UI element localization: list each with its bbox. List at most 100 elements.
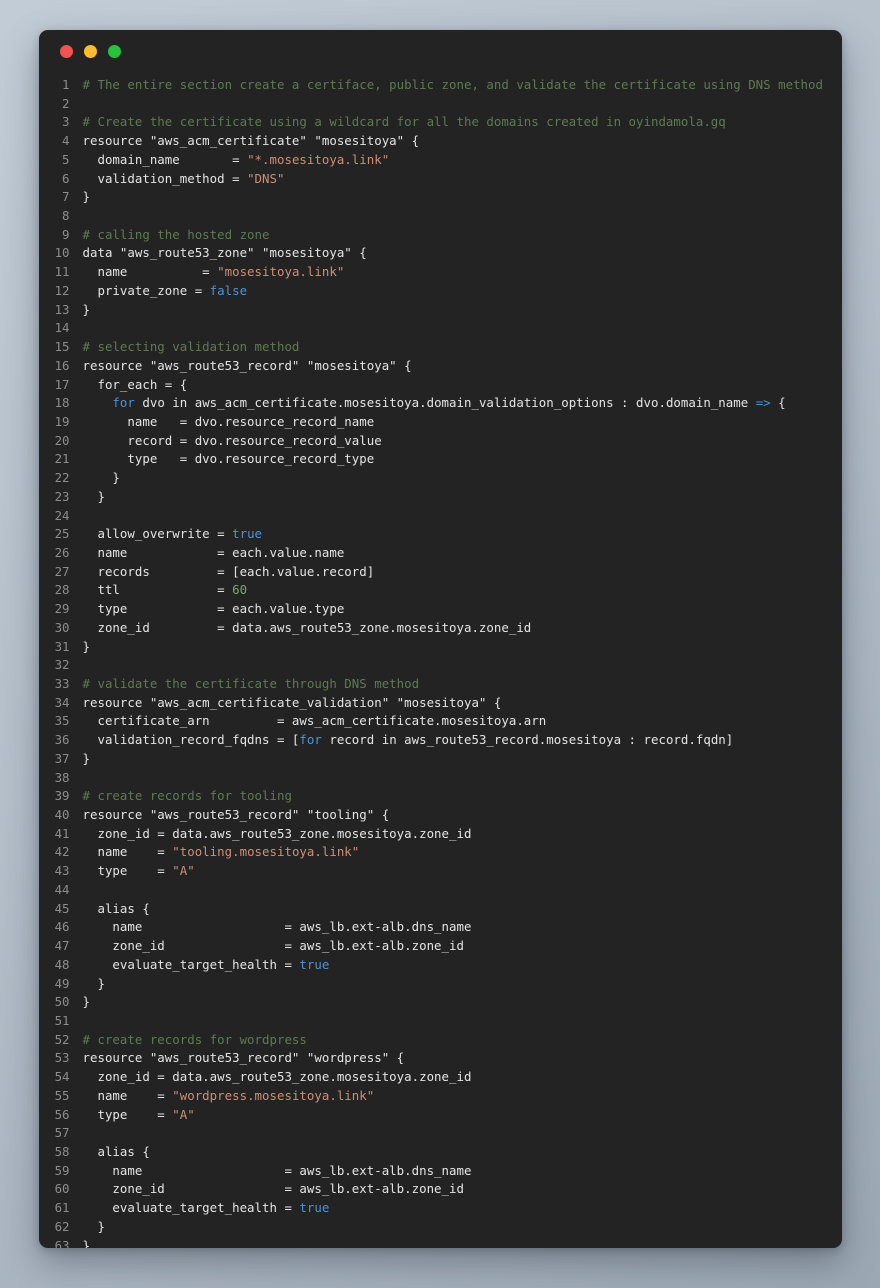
- code-line: 14: [39, 319, 842, 338]
- code-line: 17 for_each = {: [39, 376, 842, 395]
- line-number: 49: [54, 975, 70, 991]
- token-pln: zone_id = data.aws_route53_zone.mosesito…: [82, 1069, 472, 1085]
- line-content[interactable]: name = "tooling.mosesitoya.link": [83, 843, 360, 862]
- line-content[interactable]: zone_id = data.aws_route53_zone.mosesito…: [83, 825, 472, 844]
- line-content[interactable]: name = aws_lb.ext-alb.dns_name: [83, 1162, 472, 1181]
- line-content[interactable]: evaluate_target_health = true: [83, 1199, 330, 1218]
- line-content[interactable]: }: [83, 1218, 105, 1237]
- line-content[interactable]: name = aws_lb.ext-alb.dns_name: [83, 918, 472, 937]
- line-content[interactable]: name = each.value.name: [83, 544, 345, 563]
- line-content[interactable]: name = "mosesitoya.link": [83, 263, 345, 282]
- line-content[interactable]: }: [83, 1237, 90, 1248]
- line-number: 44: [54, 881, 70, 897]
- code-line: 33 # validate the certificate through DNS…: [39, 675, 842, 694]
- line-content[interactable]: }: [83, 750, 90, 769]
- close-button[interactable]: [59, 44, 73, 58]
- code-line: 32: [39, 656, 842, 675]
- token-pln: type =: [82, 863, 173, 879]
- line-content[interactable]: validation_method = "DNS": [83, 170, 285, 189]
- minimize-button[interactable]: [83, 44, 97, 58]
- line-content[interactable]: domain_name = "*.mosesitoya.link": [83, 151, 390, 170]
- code-line: 53 resource "aws_route53_record" "wordpre…: [39, 1049, 842, 1068]
- token-pln: for_each = {: [82, 376, 188, 392]
- line-number: 9: [62, 226, 70, 242]
- line-content[interactable]: record = dvo.resource_record_value: [83, 432, 382, 451]
- token-pln: }: [82, 750, 90, 766]
- line-content[interactable]: # create records for wordpress: [83, 1031, 307, 1050]
- line-content[interactable]: # selecting validation method: [83, 338, 300, 357]
- line-content[interactable]: zone_id = aws_lb.ext-alb.zone_id: [83, 937, 464, 956]
- line-content[interactable]: type = dvo.resource_record_type: [83, 450, 375, 469]
- line-number: 5: [62, 151, 70, 167]
- code-line: 61 evaluate_target_health = true: [39, 1199, 842, 1218]
- line-content[interactable]: }: [83, 975, 105, 994]
- code-line: 2: [39, 95, 842, 114]
- line-number: 15: [54, 339, 70, 355]
- line-content[interactable]: resource "aws_route53_record" "tooling" …: [83, 806, 390, 825]
- line-content[interactable]: }: [83, 488, 105, 507]
- line-content[interactable]: name = dvo.resource_record_name: [83, 413, 375, 432]
- line-content[interactable]: private_zone = false: [83, 282, 248, 301]
- line-content[interactable]: # The entire section create a certiface,…: [83, 76, 824, 95]
- token-pln: certificate_arn = aws_acm_certificate.mo…: [82, 713, 547, 729]
- maximize-button[interactable]: [107, 44, 121, 58]
- line-content[interactable]: records = [each.value.record]: [83, 563, 375, 582]
- token-pln: }: [82, 975, 105, 991]
- code-line: 18 for dvo in aws_acm_certificate.mosesi…: [39, 394, 842, 413]
- line-content[interactable]: type = "A": [83, 862, 195, 881]
- line-content[interactable]: # calling the hosted zone: [83, 226, 270, 245]
- line-content[interactable]: evaluate_target_health = true: [83, 956, 330, 975]
- code-line: 21 type = dvo.resource_record_type: [39, 450, 842, 469]
- line-content[interactable]: alias {: [83, 900, 150, 919]
- line-content[interactable]: zone_id = data.aws_route53_zone.mosesito…: [83, 1068, 472, 1087]
- line-content[interactable]: }: [83, 993, 90, 1012]
- line-content[interactable]: allow_overwrite = true: [83, 525, 263, 544]
- line-content[interactable]: # validate the certificate through DNS m…: [83, 675, 420, 694]
- code-line: 31}: [39, 638, 842, 657]
- line-number: 24: [54, 507, 70, 523]
- code-line: 36 validation_record_fqdns = [for record…: [39, 731, 842, 750]
- line-number: 23: [54, 488, 70, 504]
- code-line: 10 data "aws_route53_zone" "mosesitoya" {: [39, 244, 842, 263]
- line-content[interactable]: # Create the certificate using a wildcar…: [83, 113, 726, 132]
- line-number: 2: [62, 95, 70, 111]
- line-content[interactable]: for dvo in aws_acm_certificate.mosesitoy…: [83, 394, 786, 413]
- line-content[interactable]: type = "A": [83, 1106, 195, 1125]
- line-content[interactable]: }: [83, 469, 120, 488]
- token-pln: record = dvo.resource_record_value: [82, 432, 382, 448]
- line-content[interactable]: type = each.value.type: [83, 600, 345, 619]
- line-content[interactable]: resource "aws_route53_record" "wordpress…: [83, 1049, 405, 1068]
- line-content[interactable]: zone_id = data.aws_route53_zone.mosesito…: [83, 619, 532, 638]
- code-line: 58 alias {: [39, 1143, 842, 1162]
- code-line: 13}: [39, 301, 842, 320]
- line-number: 42: [54, 844, 70, 860]
- line-number: 11: [54, 264, 70, 280]
- line-content[interactable]: for_each = {: [83, 376, 188, 395]
- line-content[interactable]: resource "aws_acm_certificate" "mosesito…: [83, 132, 420, 151]
- line-content[interactable]: # create records for tooling: [83, 787, 292, 806]
- line-content[interactable]: data "aws_route53_zone" "mosesitoya" {: [83, 244, 367, 263]
- line-number: 7: [62, 189, 70, 205]
- line-content[interactable]: certificate_arn = aws_acm_certificate.mo…: [83, 712, 547, 731]
- code-line: 26 name = each.value.name: [39, 544, 842, 563]
- token-pln: }: [82, 1218, 105, 1234]
- token-cmt: # selecting validation method: [82, 339, 300, 355]
- line-content[interactable]: }: [83, 188, 90, 207]
- line-content[interactable]: validation_record_fqdns = [for record in…: [83, 731, 734, 750]
- code-line: 43 type = "A": [39, 862, 842, 881]
- line-content[interactable]: resource "aws_acm_certificate_validation…: [83, 694, 502, 713]
- line-content[interactable]: resource "aws_route53_record" "mosesitoy…: [83, 357, 412, 376]
- line-content[interactable]: ttl = 60: [83, 581, 248, 600]
- line-content[interactable]: zone_id = aws_lb.ext-alb.zone_id: [83, 1180, 464, 1199]
- token-pln: data "aws_route53_zone" "mosesitoya" {: [82, 245, 367, 261]
- line-content[interactable]: }: [83, 301, 90, 320]
- line-number: 32: [54, 657, 70, 673]
- token-pln: domain_name =: [82, 151, 248, 167]
- line-number: 20: [54, 432, 70, 448]
- line-number: 56: [54, 1106, 70, 1122]
- line-number: 4: [62, 133, 70, 149]
- line-content[interactable]: name = "wordpress.mosesitoya.link": [83, 1087, 375, 1106]
- line-number: 8: [62, 208, 70, 224]
- line-content[interactable]: alias {: [83, 1143, 150, 1162]
- line-content[interactable]: }: [83, 638, 90, 657]
